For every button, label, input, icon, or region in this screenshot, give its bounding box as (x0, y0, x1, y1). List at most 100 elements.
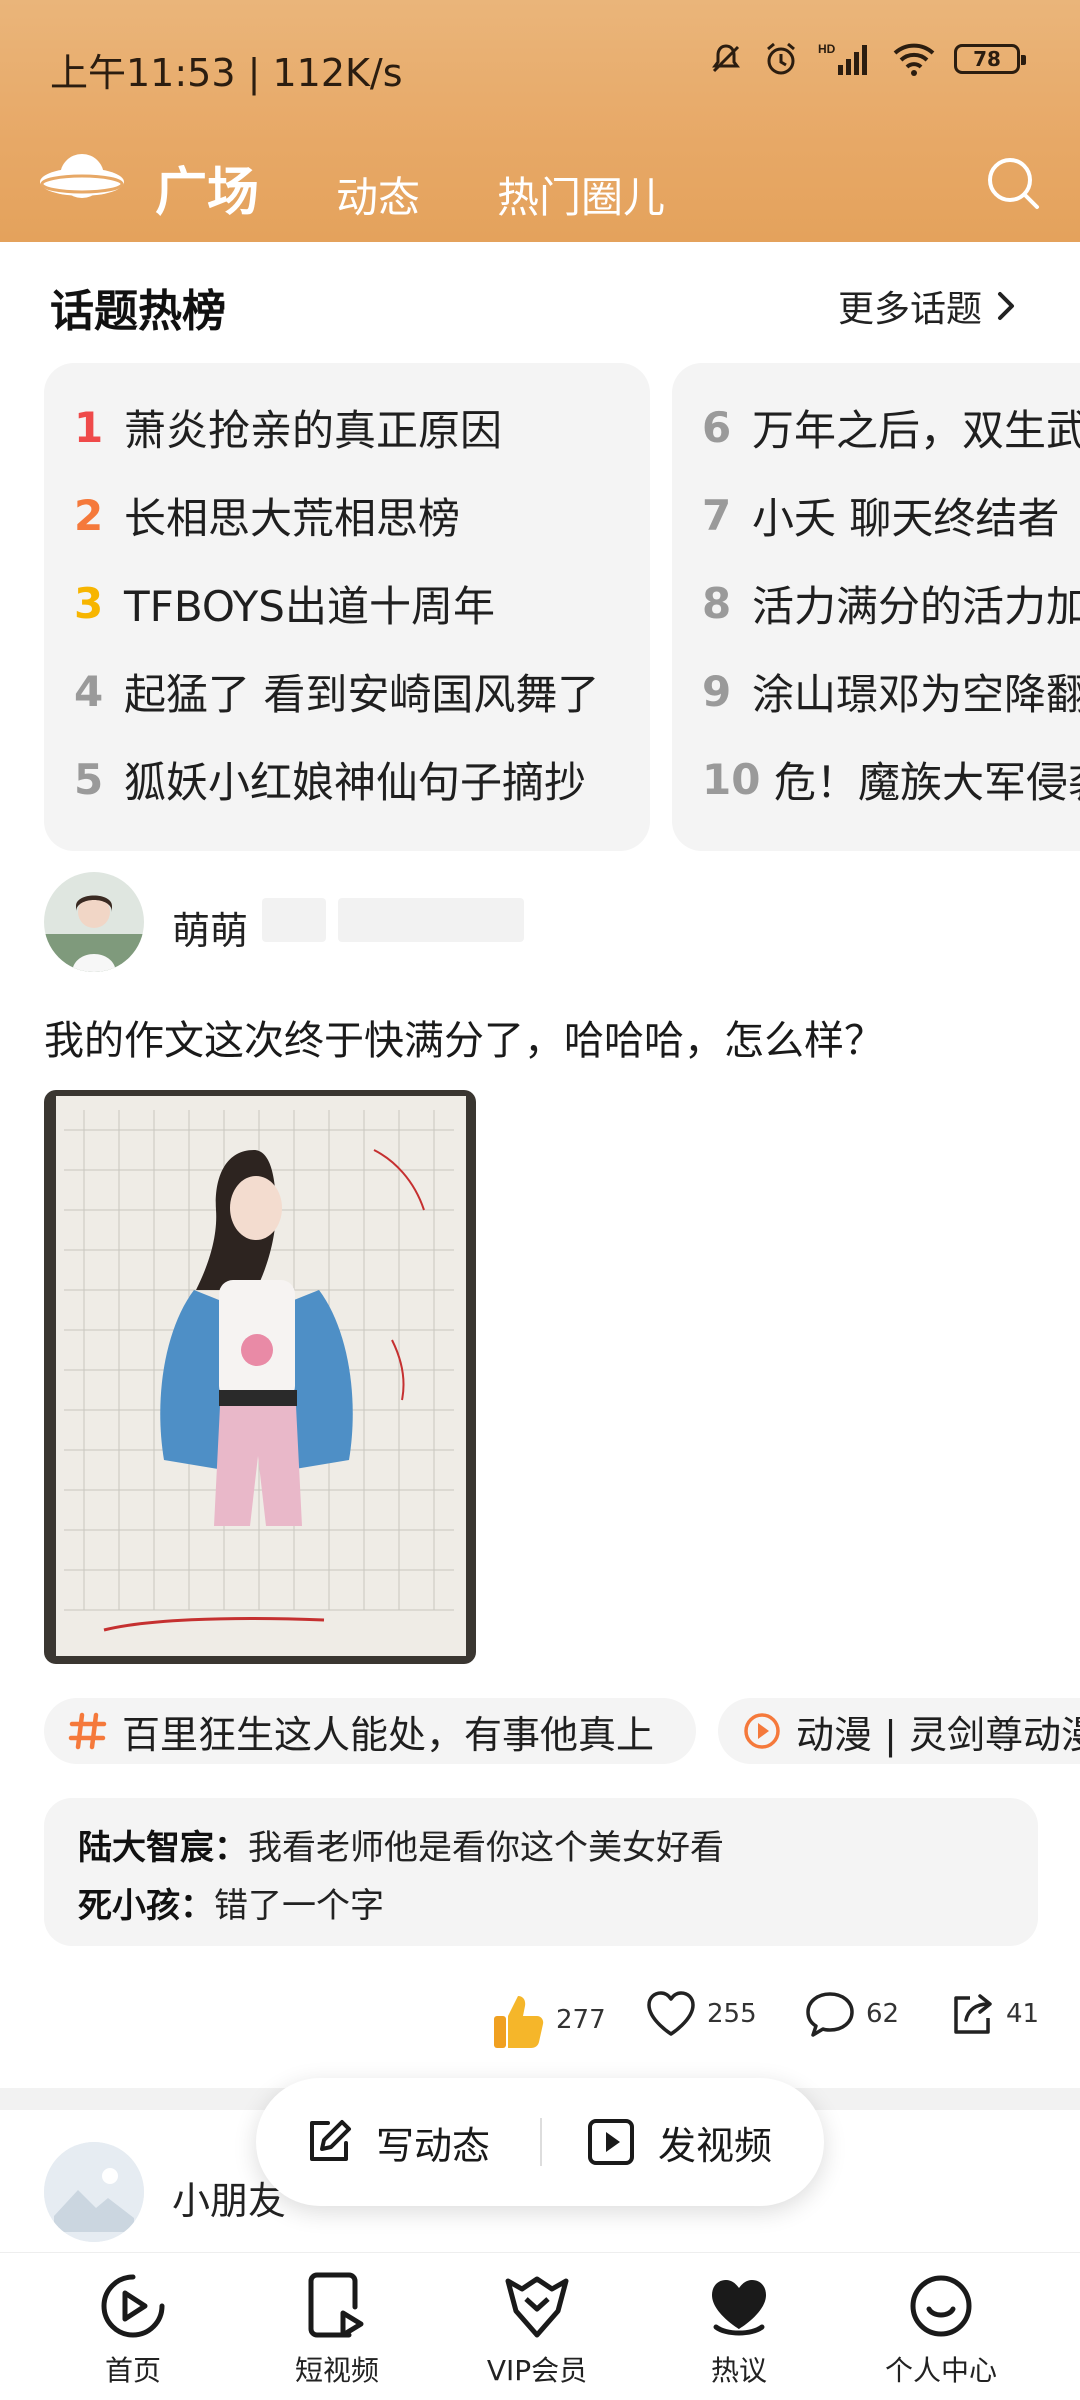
avatar[interactable] (44, 872, 144, 972)
topic-text: TFBOYS出道十周年 (124, 581, 495, 631)
topic-text: 小夭 聊天终结者 (752, 493, 1060, 543)
favorite-button[interactable]: 255 (645, 1990, 757, 2038)
app-screen: 上午11:53 | 112K/s HD 78 广场 动态 热门圈儿 话题热榜 更… (0, 0, 1080, 2400)
battery-indicator: 78 (954, 44, 1026, 74)
hot-topics-title: 话题热榜 (50, 286, 226, 337)
topic-rank: 7 (702, 490, 732, 540)
topic-item[interactable]: 7 小夭 聊天终结者 (672, 485, 1059, 545)
status-time: 上午11:53 | 112K/s (50, 51, 403, 95)
more-topics-link[interactable]: 更多话题 (838, 280, 1016, 332)
avatar-photo (44, 872, 144, 972)
comment-count: 62 (866, 1999, 900, 2029)
topic-item[interactable]: 1 萧炎抢亲的真正原因 (44, 397, 502, 457)
topic-rank: 3 (74, 578, 104, 628)
comment-user: 死小孩： (78, 1886, 214, 1926)
post-video-button[interactable]: 发视频 (586, 2078, 772, 2206)
topic-text: 涂山璟邓为空降翻拍 (752, 669, 1080, 719)
bottom-tab-label: 首页 (104, 2354, 161, 2387)
bottom-tab-short-video[interactable]: 短视频 (262, 2267, 412, 2389)
comment-text: 错了一个字 (214, 1886, 384, 1926)
favorite-count: 255 (707, 1999, 757, 2029)
share-count: 41 (1006, 1999, 1040, 2029)
post-text[interactable]: 我的作文这次终于快满分了，哈哈哈，怎么样？ (44, 1008, 884, 1066)
topic-card-2: 6 万年之后，双生武魂 7 小夭 聊天终结者 8 活力满分的活力加油站 9 涂山… (672, 363, 1080, 851)
topic-rank: 1 (74, 402, 104, 452)
video-tag[interactable]: 动漫 | 灵剑尊动漫 (718, 1698, 1080, 1764)
comment-button[interactable]: 62 (804, 1990, 899, 2038)
essay-drawing-image (44, 1090, 476, 1664)
bottom-tab-profile[interactable]: 个人中心 (866, 2267, 1016, 2389)
username[interactable]: 萌萌 (172, 900, 248, 955)
comment-text: 我看老师他是看你这个美女好看 (248, 1828, 724, 1868)
thumbs-up-icon (494, 1996, 544, 2048)
topic-rank: 4 (74, 666, 104, 716)
redacted-block (262, 898, 326, 942)
topic-item[interactable]: 3 TFBOYS出道十周年 (44, 573, 495, 633)
compose-divider (540, 2118, 542, 2166)
tab-hot-circles[interactable]: 热门圈儿 (497, 164, 665, 225)
topic-item[interactable]: 9 涂山璟邓为空降翻拍 (672, 661, 1080, 721)
share-button[interactable]: 41 (948, 1990, 1039, 2038)
avatar[interactable] (44, 2142, 144, 2242)
bottom-tab-home[interactable]: 首页 (58, 2267, 208, 2389)
topic-item[interactable]: 2 长相思大荒相思榜 (44, 485, 460, 545)
heart-filled-icon (712, 2280, 766, 2336)
topic-rank: 8 (702, 578, 732, 628)
topic-item[interactable]: 6 万年之后，双生武魂 (672, 397, 1080, 457)
home-play-icon (101, 2274, 165, 2338)
status-icons: HD 78 (708, 40, 1026, 78)
topic-text: 活力满分的活力加油站 (752, 581, 1080, 631)
bottom-tab-label: 短视频 (294, 2354, 379, 2387)
comment-item: 陆大智宸：我看老师他是看你这个美女好看 (78, 1820, 724, 1869)
topic-rank: 5 (74, 754, 104, 804)
topic-text: 危！魔族大军侵袭 (774, 757, 1080, 807)
wifi-icon (893, 43, 935, 76)
default-avatar-image (44, 2142, 144, 2242)
bottom-tab-hot-discuss[interactable]: 热议 (664, 2267, 814, 2389)
topic-item[interactable]: 4 起猛了 看到安崎国风舞了 (44, 661, 599, 721)
bottom-tab-label: 个人中心 (884, 2354, 997, 2387)
topic-tag[interactable]: 百里狂生这人能处，有事他真上 (44, 1698, 696, 1764)
comments-preview[interactable]: 陆大智宸：我看老师他是看你这个美女好看 死小孩：错了一个字 (44, 1798, 1038, 1946)
status-bar: 上午11:53 | 112K/s HD 78 (0, 0, 1080, 120)
topic-rank: 6 (702, 402, 732, 452)
mute-bell-icon (712, 44, 740, 73)
bottom-nav: 首页 短视频 VIP会员 热议 个人中心 (0, 2252, 1080, 2400)
video-play-icon (588, 2119, 634, 2165)
chevron-right-icon (998, 292, 1014, 320)
top-nav: 广场 动态 热门圈儿 (0, 140, 1080, 230)
compose-bar: 写动态 发视频 (256, 2078, 824, 2206)
topic-item[interactable]: 10 危！魔族大军侵袭 (672, 749, 1080, 809)
post-image[interactable] (44, 1090, 476, 1664)
topic-item[interactable]: 5 狐妖小红娘神仙句子摘抄 (44, 749, 586, 809)
post-video-label: 发视频 (658, 2123, 773, 2168)
topic-text: 长相思大荒相思榜 (124, 493, 461, 543)
topic-item[interactable]: 8 活力满分的活力加油站 (672, 573, 1080, 633)
like-button[interactable]: 277 (490, 1990, 606, 2050)
topic-rank: 9 (702, 666, 732, 716)
heart-icon (647, 1991, 695, 2036)
vip-crown-icon (505, 2276, 569, 2338)
tab-feed[interactable]: 动态 (336, 164, 420, 225)
search-icon[interactable] (984, 154, 1042, 212)
bottom-tab-label: VIP会员 (486, 2354, 588, 2387)
topic-tag-text: 百里狂生这人能处，有事他真上 (122, 1712, 655, 1757)
write-post-label: 写动态 (376, 2123, 491, 2168)
comment-bubble-icon (806, 1992, 854, 2037)
short-video-icon (308, 2272, 364, 2338)
topic-text: 萧炎抢亲的真正原因 (124, 405, 503, 455)
tab-square[interactable]: 广场 (155, 150, 259, 225)
post-actions: 277 255 62 41 (0, 1990, 1080, 2060)
comment-item: 死小孩：错了一个字 (78, 1878, 384, 1927)
redacted-block (338, 898, 524, 942)
topic-text: 狐妖小红娘神仙句子摘抄 (124, 757, 587, 807)
topic-card-1: 1 萧炎抢亲的真正原因 2 长相思大荒相思榜 3 TFBOYS出道十周年 4 起… (44, 363, 650, 851)
write-post-button[interactable]: 写动态 (304, 2078, 490, 2206)
svg-text:HD: HD (818, 42, 836, 56)
more-topics-label: 更多话题 (837, 289, 982, 330)
topic-text: 起猛了 看到安崎国风舞了 (124, 669, 600, 719)
topic-rank: 2 (74, 490, 104, 540)
topic-text: 万年之后，双生武魂 (752, 405, 1080, 455)
play-circle-icon (742, 1711, 782, 1751)
bottom-tab-vip[interactable]: VIP会员 (462, 2267, 612, 2389)
